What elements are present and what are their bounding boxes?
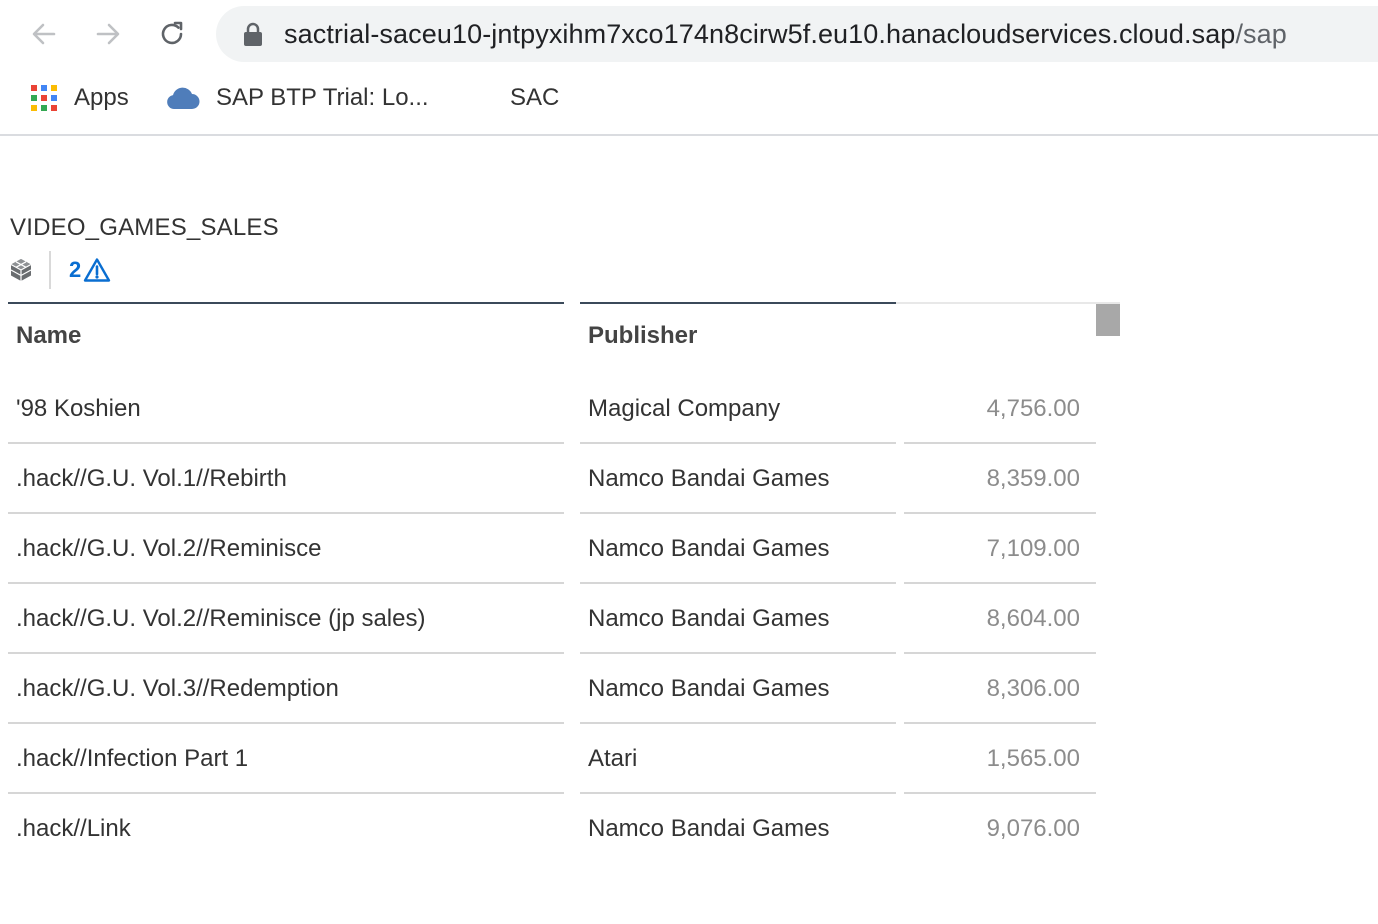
publisher-header-line — [580, 302, 896, 304]
warnings-indicator[interactable]: 2 — [69, 257, 111, 283]
address-bar[interactable]: sactrial-saceu10-jntpyxihm7xco174n8cirw5… — [216, 6, 1378, 62]
warning-triangle-icon — [84, 258, 111, 282]
browser-toolbar: sactrial-saceu10-jntpyxihm7xco174n8cirw5… — [0, 0, 1378, 68]
name-header-line — [8, 302, 564, 304]
bookmark-sap-btp-trial-label: SAP BTP Trial: Lo... — [216, 84, 429, 111]
cell-name[interactable]: .hack//Link — [16, 794, 131, 864]
back-button[interactable] — [24, 14, 64, 54]
cell-publisher[interactable]: Magical Company — [588, 374, 780, 444]
bookmark-apps[interactable]: Apps — [30, 82, 129, 114]
reload-icon — [161, 21, 183, 45]
cell-value[interactable]: 7,109.00 — [904, 514, 1080, 584]
bookmark-sac[interactable]: SAC — [510, 82, 559, 114]
cell-name[interactable]: '98 Koshien — [16, 374, 141, 444]
lock-icon — [244, 22, 262, 46]
table-meta-row: 2 — [8, 250, 111, 290]
reload-button[interactable] — [152, 14, 192, 54]
back-arrow-icon — [32, 23, 56, 45]
cell-name[interactable]: .hack//G.U. Vol.1//Rebirth — [16, 444, 287, 514]
cell-publisher[interactable]: Namco Bandai Games — [588, 444, 829, 514]
cell-value[interactable]: 1,565.00 — [904, 724, 1080, 794]
cell-publisher[interactable]: Namco Bandai Games — [588, 794, 829, 864]
apps-grid-icon — [31, 85, 57, 111]
url-domain: sactrial-saceu10-jntpyxihm7xco174n8cirw5… — [284, 19, 1236, 49]
cell-value[interactable]: 8,306.00 — [904, 654, 1080, 724]
cell-value[interactable]: 9,076.00 — [904, 794, 1080, 864]
bookmark-sac-label: SAC — [510, 84, 560, 111]
bookmarks-bar: Apps SAP BTP Trial: Lo... SAC — [0, 68, 1378, 136]
cell-publisher[interactable]: Namco Bandai Games — [588, 584, 829, 654]
cell-name[interactable]: .hack//G.U. Vol.3//Redemption — [16, 654, 339, 724]
scrollbar-thumb[interactable] — [1096, 304, 1120, 336]
bookmark-apps-label: Apps — [74, 84, 129, 111]
cell-name[interactable]: .hack//G.U. Vol.2//Reminisce (jp sales) — [16, 584, 425, 654]
header-top-border — [896, 302, 1120, 304]
meta-divider — [49, 251, 51, 289]
cell-value[interactable]: 8,604.00 — [904, 584, 1080, 654]
cell-name[interactable]: .hack//Infection Part 1 — [16, 724, 248, 794]
cell-value[interactable]: 4,756.00 — [904, 374, 1080, 444]
cloud-icon — [167, 87, 200, 109]
column-header-publisher[interactable]: Publisher — [588, 322, 697, 350]
url-text: sactrial-saceu10-jntpyxihm7xco174n8cirw5… — [284, 6, 1287, 62]
cell-name[interactable]: .hack//G.U. Vol.2//Reminisce — [16, 514, 321, 584]
warning-count: 2 — [69, 257, 82, 282]
forward-button[interactable] — [88, 14, 128, 54]
column-header-name[interactable]: Name — [16, 322, 81, 350]
cell-value[interactable]: 8,359.00 — [904, 444, 1080, 514]
url-path: /sap — [1235, 19, 1287, 49]
cell-publisher[interactable]: Namco Bandai Games — [588, 514, 829, 584]
bookmark-sap-btp-trial[interactable]: SAP BTP Trial: Lo... — [166, 82, 429, 114]
model-cube-icon[interactable] — [8, 257, 34, 283]
cell-publisher[interactable]: Atari — [588, 724, 637, 794]
table-title: VIDEO_GAMES_SALES — [10, 214, 279, 241]
forward-arrow-icon — [96, 23, 120, 45]
cell-publisher[interactable]: Namco Bandai Games — [588, 654, 829, 724]
